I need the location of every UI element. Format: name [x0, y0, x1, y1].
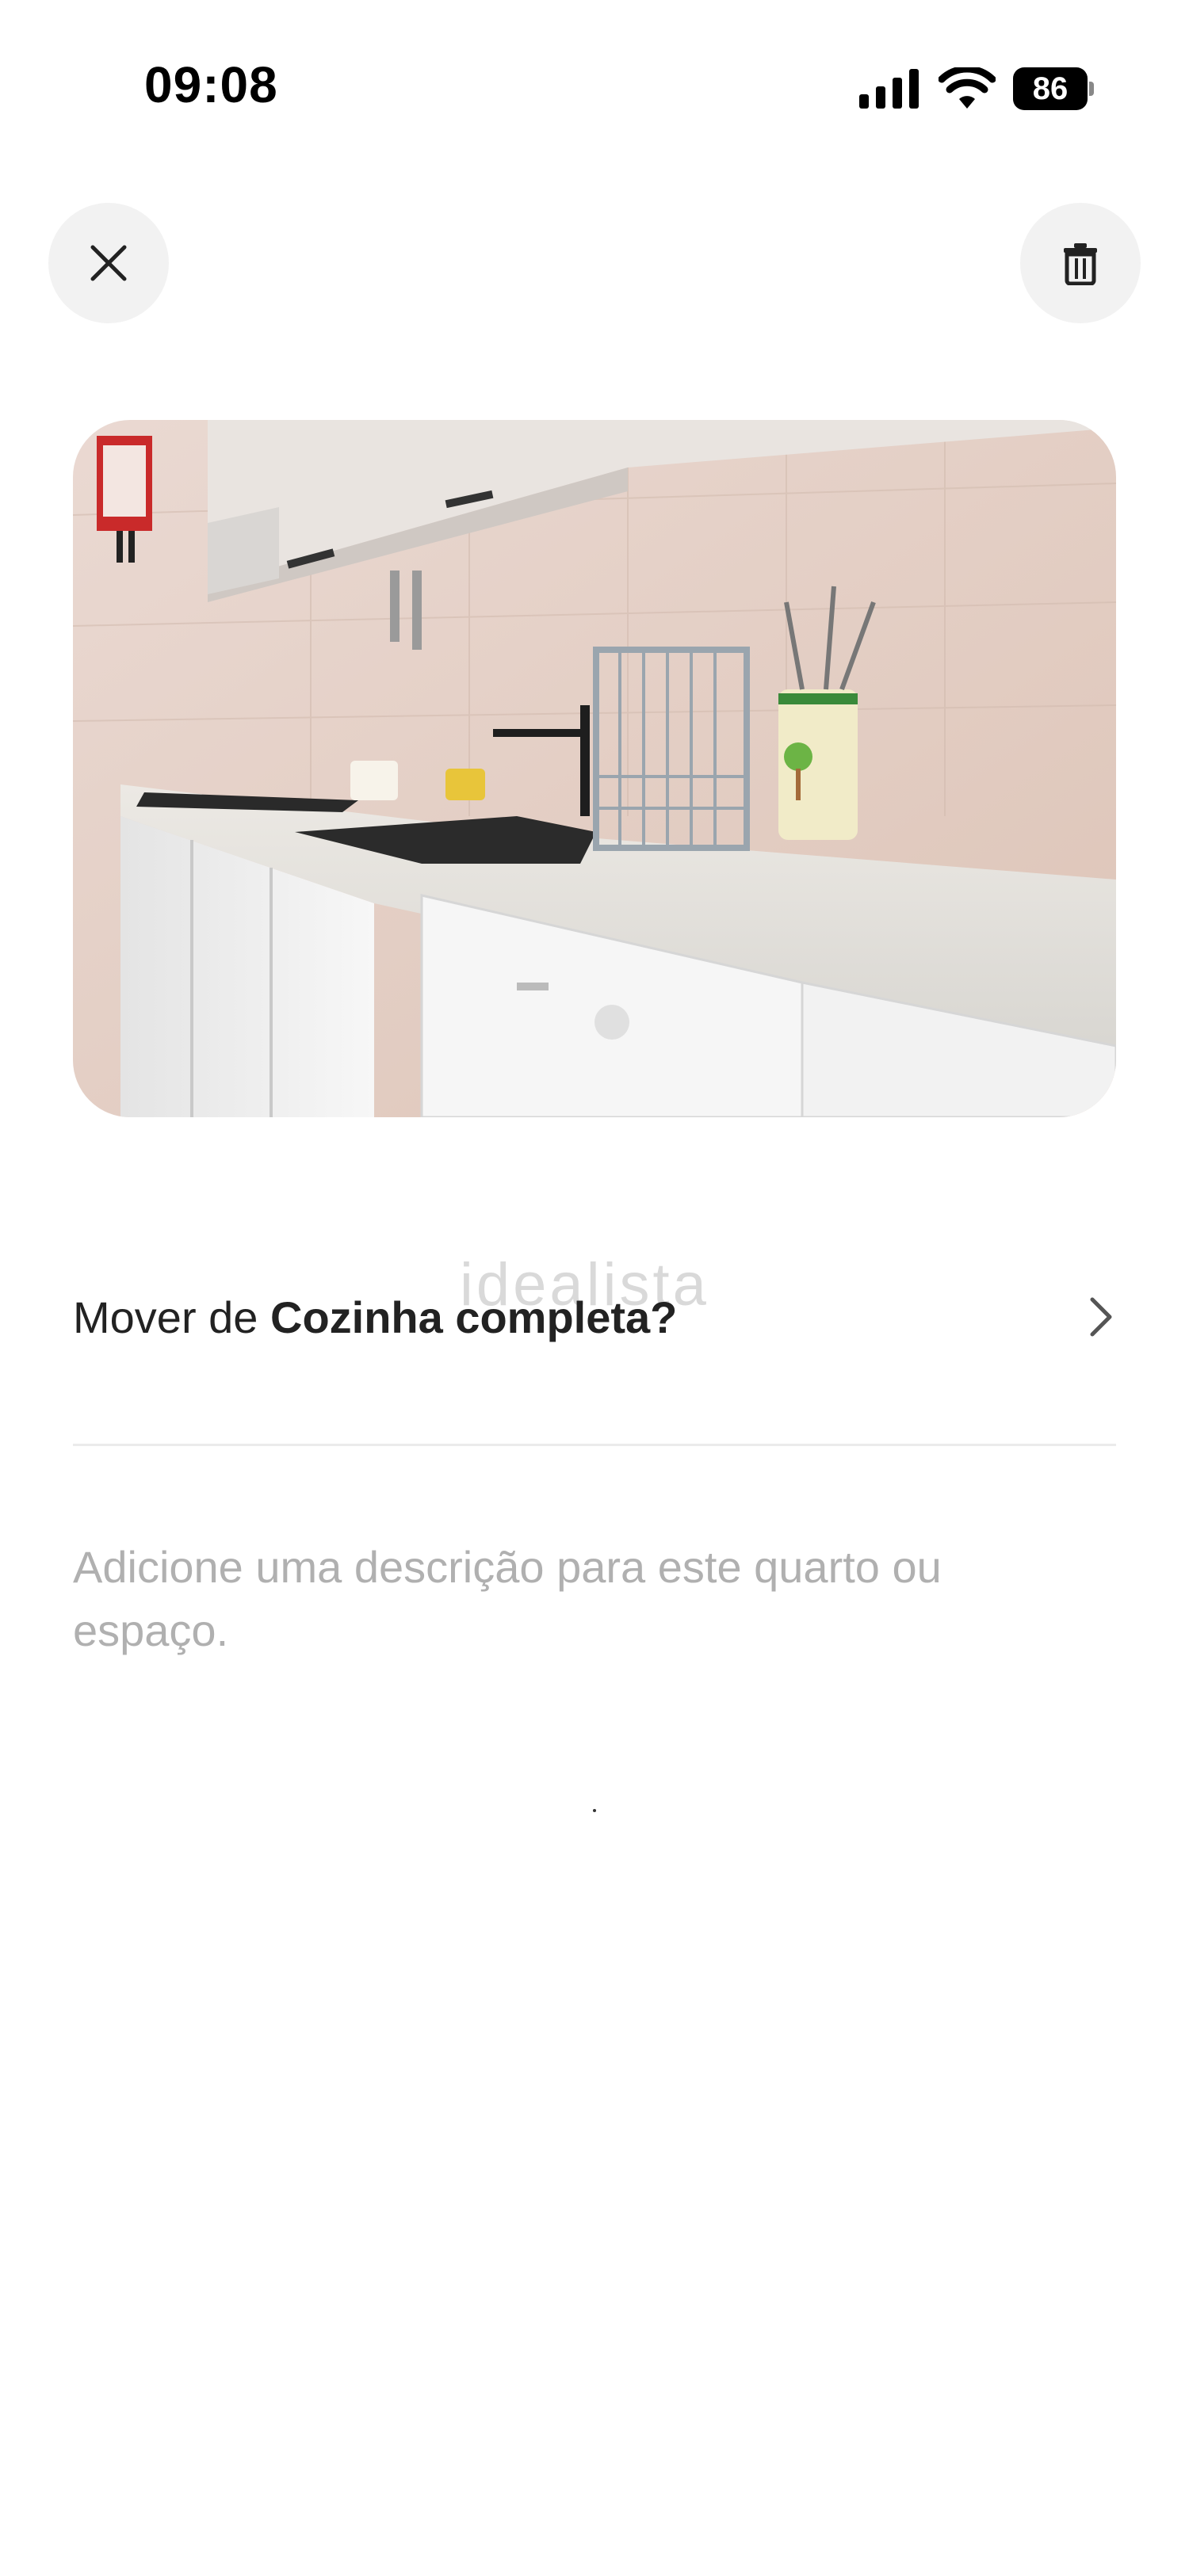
move-room-row[interactable]: Mover de Cozinha completa? [73, 1277, 1116, 1357]
move-room-label: Mover de Cozinha completa? [73, 1292, 677, 1343]
chevron-right-icon [1090, 1297, 1112, 1337]
status-icons: 86 [859, 67, 1094, 111]
status-time: 09:08 [144, 56, 278, 113]
description-field[interactable]: Adicione uma descrição para este quarto … [73, 1536, 1048, 1662]
delete-button[interactable] [1020, 203, 1141, 323]
trash-icon [1064, 243, 1097, 285]
move-room-suffix: completa? [442, 1292, 678, 1342]
wifi-icon [939, 67, 996, 109]
close-button[interactable] [48, 203, 169, 323]
signal-icon [859, 69, 919, 109]
divider [73, 1444, 1116, 1446]
move-prefix: Mover de [73, 1292, 270, 1342]
artifact-dot [593, 1809, 596, 1812]
battery-level: 86 [1013, 67, 1088, 110]
close-icon [90, 245, 127, 281]
move-room-name: Cozinha [270, 1292, 443, 1342]
room-photo[interactable] [73, 420, 1116, 1117]
status-bar: 09:08 86 [0, 0, 1189, 174]
kitchen-photo [73, 420, 1116, 1117]
battery-icon: 86 [1013, 67, 1094, 110]
